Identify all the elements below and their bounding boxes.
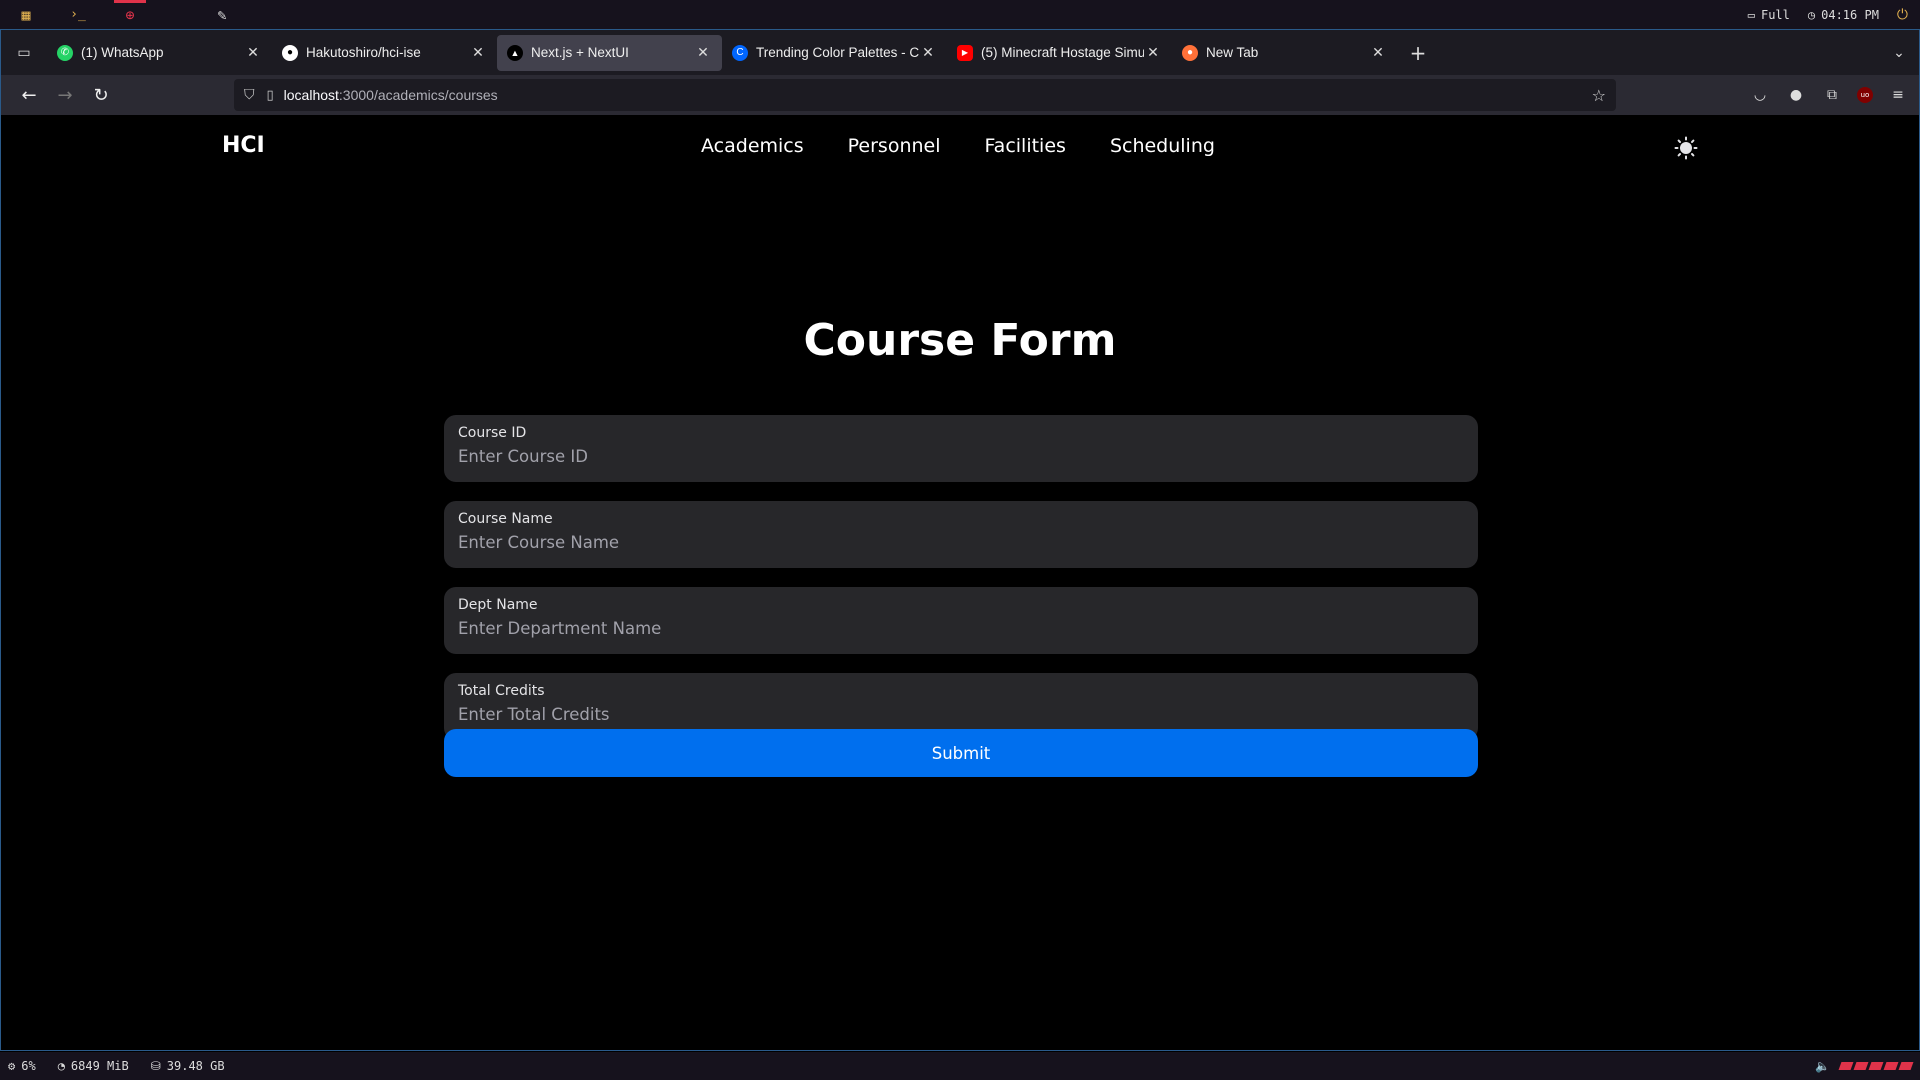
dept-name-field[interactable]: Dept Name [444, 587, 1478, 654]
tab-youtube[interactable]: ▶ (5) Minecraft Hostage Simu ✕ [947, 35, 1172, 71]
close-icon[interactable]: ✕ [694, 44, 712, 61]
memory-icon: ◔ [57, 1059, 65, 1073]
tab-title: (5) Minecraft Hostage Simu [981, 45, 1144, 60]
nav-scheduling[interactable]: Scheduling [1110, 135, 1215, 157]
tab-github[interactable]: ● Hakutoshiro/hci-ise ✕ [272, 35, 497, 71]
close-icon[interactable]: ✕ [469, 44, 487, 61]
feather-icon[interactable]: ✎ [196, 0, 248, 29]
page-icon: ▯ [266, 87, 274, 103]
youtube-icon: ▶ [957, 44, 973, 61]
browser-window: ▭ ✆ (1) WhatsApp ✕ ● Hakutoshiro/hci-ise… [0, 29, 1920, 1051]
course-name-input[interactable] [458, 533, 1464, 552]
pocket-icon[interactable]: ◡ [1749, 84, 1771, 106]
battery-icon: ▭ [1747, 7, 1755, 22]
tab-overview-icon[interactable]: ▭ [9, 38, 39, 68]
extensions-icon[interactable]: ⧉ [1821, 84, 1843, 106]
tab-title: Hakutoshiro/hci-ise [306, 45, 421, 60]
tab-title: (1) WhatsApp [81, 45, 164, 60]
forward-arrow-icon[interactable]: → [47, 79, 83, 111]
close-icon[interactable]: ✕ [244, 44, 262, 61]
disk-value: 39.48 GB [166, 1059, 225, 1073]
shield-icon[interactable]: ⛉ [244, 87, 255, 103]
form-title: Course Form [803, 315, 1117, 366]
system-bottom-bar: ⚙ 6% ◔ 6849 MiB ⛁ 39.48 GB 🔈 [0, 1052, 1920, 1080]
chevron-down-icon[interactable]: ⌄ [1879, 45, 1919, 61]
url-path: :3000/academics/courses [338, 87, 498, 103]
terminal-icon[interactable]: ›_ [52, 0, 104, 29]
field-label: Course ID [458, 425, 527, 441]
nav-academics[interactable]: Academics [701, 135, 804, 157]
tab-title: New Tab [1206, 45, 1259, 60]
memory-value: 6849 MiB [70, 1059, 129, 1073]
address-bar[interactable]: ⛉ ▯ localhost:3000/academics/courses ☆ [234, 79, 1616, 111]
url-host: localhost [283, 87, 339, 103]
tab-title: Next.js + NextUI [531, 45, 629, 60]
grid-icon[interactable]: ▦ [0, 0, 52, 29]
coolors-icon: C [732, 44, 748, 61]
cpu-icon: ⚙ [8, 1059, 16, 1073]
tab-nextjs[interactable]: ▲ Next.js + NextUI ✕ [497, 34, 722, 71]
course-id-input[interactable] [458, 447, 1464, 466]
nav-facilities[interactable]: Facilities [985, 135, 1066, 157]
page-content: HCI Academics Personnel Facilities Sched… [1, 115, 1919, 1050]
battery-label: Full [1760, 7, 1790, 22]
firefox-icon: ● [1182, 44, 1198, 61]
power-icon[interactable]: ⏻ [1897, 7, 1908, 23]
dept-name-input[interactable] [458, 619, 1464, 638]
cpu-value: 6% [21, 1059, 36, 1073]
disk-stat: ⛁ 39.48 GB [151, 1059, 225, 1073]
nextjs-icon: ▲ [507, 44, 523, 61]
github-icon: ● [282, 44, 298, 61]
account-icon[interactable]: ● [1785, 84, 1807, 106]
back-arrow-icon[interactable]: ← [11, 79, 47, 111]
tab-bar: ▭ ✆ (1) WhatsApp ✕ ● Hakutoshiro/hci-ise… [1, 30, 1919, 75]
site-nav: Academics Personnel Facilities Schedulin… [701, 135, 1215, 157]
clock: ◷ 04:16 PM [1808, 8, 1879, 22]
workspace-switcher: ▦ ›_ ⊕ ✎ [0, 0, 248, 29]
nav-personnel[interactable]: Personnel [848, 135, 941, 157]
site-header: HCI Academics Personnel Facilities Sched… [1, 115, 1919, 179]
sun-icon[interactable] [1673, 135, 1699, 161]
ublock-icon[interactable]: uo [1857, 87, 1873, 103]
cpu-stat: ⚙ 6% [8, 1059, 36, 1073]
tab-title: Trending Color Palettes - C [756, 45, 919, 60]
field-label: Dept Name [458, 597, 538, 613]
menu-icon[interactable]: ≡ [1887, 84, 1909, 106]
total-credits-input[interactable] [458, 705, 1464, 724]
clock-time: 04:16 PM [1821, 7, 1879, 22]
memory-stat: ◔ 6849 MiB [58, 1059, 129, 1073]
volume-level[interactable] [1838, 1062, 1914, 1070]
new-tab-plus-icon[interactable]: + [1403, 38, 1433, 68]
course-id-field[interactable]: Course ID [444, 415, 1478, 482]
system-top-bar: ▦ ›_ ⊕ ✎ ▭ Full ◷ 04:16 PM ⏻ [0, 0, 1920, 29]
battery-status: ▭ Full [1748, 8, 1790, 22]
close-icon[interactable]: ✕ [1144, 44, 1162, 61]
close-icon[interactable]: ✕ [1369, 44, 1387, 61]
tab-new-tab[interactable]: ● New Tab ✕ [1172, 35, 1397, 71]
field-label: Total Credits [458, 683, 545, 699]
course-name-field[interactable]: Course Name [444, 501, 1478, 568]
reload-icon[interactable]: ↻ [83, 79, 119, 111]
disk-icon: ⛁ [150, 1059, 161, 1073]
globe-icon[interactable]: ⊕ [104, 0, 156, 29]
toolbar-actions: ◡ ● ⧉ uo ≡ [1749, 79, 1909, 111]
whatsapp-icon: ✆ [57, 44, 73, 61]
bookmark-star-icon[interactable]: ☆ [1592, 86, 1606, 105]
close-icon[interactable]: ✕ [919, 44, 937, 61]
submit-button[interactable]: Submit [444, 729, 1478, 777]
tab-color-palettes[interactable]: C Trending Color Palettes - C ✕ [722, 35, 947, 71]
site-logo[interactable]: HCI [222, 133, 265, 158]
clock-icon: ◷ [1807, 7, 1816, 22]
field-label: Course Name [458, 511, 553, 527]
tab-whatsapp[interactable]: ✆ (1) WhatsApp ✕ [47, 35, 272, 71]
url-text[interactable]: localhost:3000/academics/courses [284, 87, 498, 103]
volume-icon[interactable]: 🔈 [1815, 1059, 1830, 1073]
